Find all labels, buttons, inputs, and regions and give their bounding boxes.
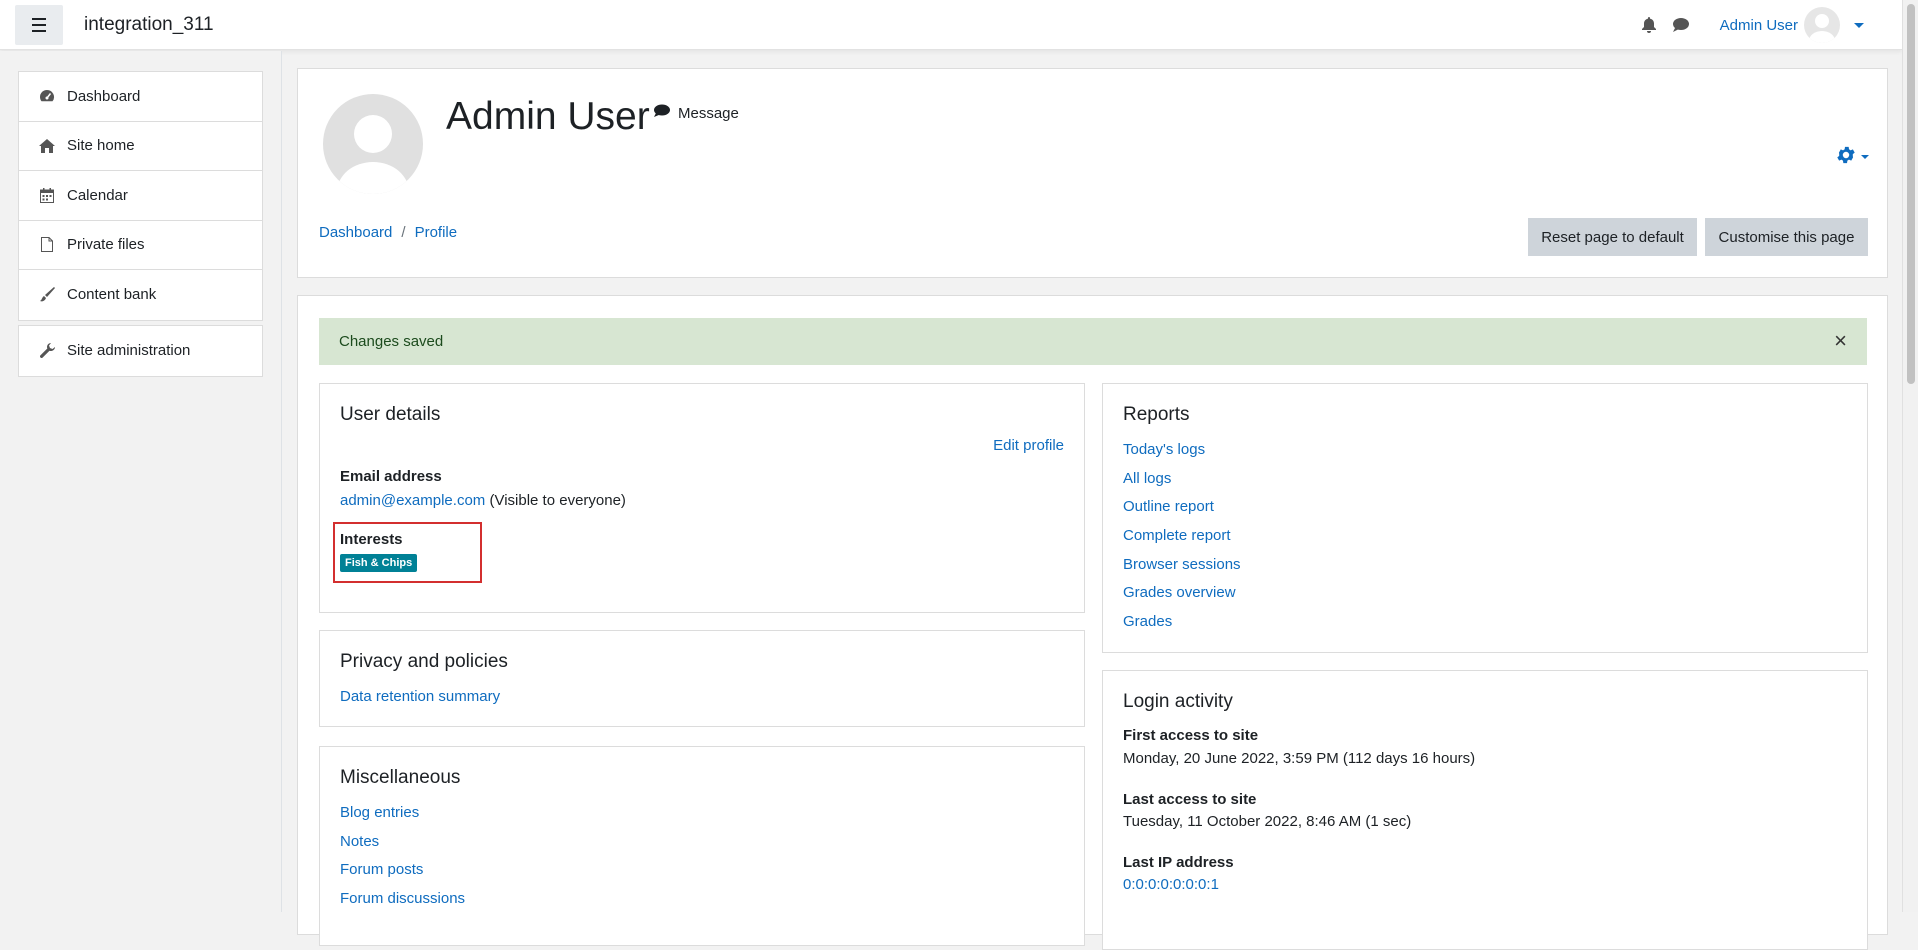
outline-report-link[interactable]: Outline report	[1123, 493, 1241, 522]
sidebar-item-label: Calendar	[67, 186, 128, 204]
email-visibility: (Visible to everyone)	[489, 492, 626, 509]
region-main: Changes saved × User details Edit profil…	[297, 295, 1888, 950]
breadcrumb-dashboard-link[interactable]: Dashboard	[319, 224, 392, 241]
reset-page-button[interactable]: Reset page to default	[1528, 218, 1697, 256]
alert-message: Changes saved	[339, 333, 444, 350]
notification-bell-icon[interactable]	[1638, 14, 1660, 36]
user-menu-caret-icon[interactable]	[1854, 22, 1864, 28]
close-icon[interactable]: ×	[1834, 330, 1847, 352]
privacy-links: Data retention summary	[340, 683, 500, 712]
user-menu-area: Admin User	[1638, 0, 1864, 50]
sidebar-item-label: Private files	[67, 236, 145, 254]
chevron-down-icon	[1861, 155, 1869, 159]
todays-logs-link[interactable]: Today's logs	[1123, 436, 1241, 465]
edit-profile-link[interactable]: Edit profile	[993, 437, 1064, 454]
sidebar-item-site-home[interactable]: Site home	[19, 122, 262, 171]
sidebar-item-calendar[interactable]: Calendar	[19, 171, 262, 221]
scrollbar-thumb[interactable]	[1907, 4, 1915, 384]
nav-drawer-main-group: Dashboard Site home Calendar Private fil…	[18, 71, 263, 321]
nav-drawer: Dashboard Site home Calendar Private fil…	[0, 51, 282, 912]
nav-drawer-admin-group: Site administration	[18, 325, 263, 377]
last-ip-label: Last IP address	[1123, 854, 1234, 871]
user-details-heading: User details	[340, 404, 441, 425]
page-scrollbar[interactable]	[1902, 0, 1918, 912]
miscellaneous-heading: Miscellaneous	[340, 767, 461, 788]
paintbrush-icon	[39, 287, 55, 303]
miscellaneous-section: Miscellaneous Blog entries Notes Forum p…	[319, 746, 1085, 946]
sidebar-item-label: Site administration	[67, 342, 191, 360]
top-navbar: integration_311 Admin User	[0, 0, 1902, 50]
reports-heading: Reports	[1123, 404, 1190, 425]
first-access-label: First access to site	[1123, 727, 1259, 744]
reports-section: Reports Today's logs All logs Outline re…	[1102, 383, 1868, 653]
miscellaneous-links: Blog entries Notes Forum posts Forum dis…	[340, 799, 465, 914]
wrench-icon	[39, 343, 55, 359]
site-name[interactable]: integration_311	[84, 14, 214, 36]
chat-bubble-icon	[654, 104, 670, 122]
sidebar-item-label: Site home	[67, 137, 135, 155]
customise-page-button[interactable]: Customise this page	[1705, 218, 1868, 256]
complete-report-link[interactable]: Complete report	[1123, 522, 1241, 551]
breadcrumb-profile-link[interactable]: Profile	[415, 224, 458, 241]
login-activity-section: Login activity First access to site Mond…	[1102, 670, 1868, 950]
browser-sessions-link[interactable]: Browser sessions	[1123, 551, 1241, 580]
breadcrumb-separator: /	[401, 224, 406, 241]
hamburger-icon	[32, 16, 46, 34]
privacy-section: Privacy and policies Data retention summ…	[319, 630, 1085, 727]
highlight-box	[333, 522, 482, 583]
blog-entries-link[interactable]: Blog entries	[340, 799, 465, 828]
file-icon	[39, 237, 55, 253]
calendar-icon	[39, 187, 55, 203]
sidebar-item-dashboard[interactable]: Dashboard	[19, 72, 262, 122]
sidebar-item-site-administration[interactable]: Site administration	[19, 326, 262, 376]
last-ip-link[interactable]: 0:0:0:0:0:0:0:1	[1123, 876, 1219, 893]
notes-link[interactable]: Notes	[340, 828, 465, 857]
email-link[interactable]: admin@example.com	[340, 492, 485, 509]
page-header: Admin User Message Dashboard / Profile R…	[297, 68, 1888, 278]
all-logs-link[interactable]: All logs	[1123, 465, 1241, 494]
success-alert: Changes saved ×	[319, 318, 1867, 365]
home-icon	[39, 138, 55, 154]
page-actions-menu[interactable]	[1835, 144, 1869, 170]
login-activity-heading: Login activity	[1123, 691, 1233, 712]
gear-icon	[1835, 144, 1857, 170]
sidebar-item-label: Dashboard	[67, 87, 141, 105]
user-details-section: User details Edit profile Email address …	[319, 383, 1085, 613]
breadcrumb: Dashboard / Profile	[319, 224, 457, 241]
grades-overview-link[interactable]: Grades overview	[1123, 579, 1241, 608]
grades-link[interactable]: Grades	[1123, 608, 1241, 637]
sidebar-item-content-bank[interactable]: Content bank	[19, 270, 262, 320]
menu-toggle-button[interactable]	[15, 5, 63, 45]
email-row: admin@example.com (Visible to everyone)	[340, 492, 626, 509]
data-retention-link[interactable]: Data retention summary	[340, 683, 500, 712]
last-access-label: Last access to site	[1123, 791, 1257, 808]
privacy-heading: Privacy and policies	[340, 651, 508, 672]
page-title: Admin User	[446, 95, 650, 138]
email-label: Email address	[340, 468, 442, 485]
forum-discussions-link[interactable]: Forum discussions	[340, 885, 465, 914]
dashboard-icon	[39, 88, 55, 104]
sidebar-item-label: Content bank	[67, 286, 157, 304]
message-button[interactable]: Message	[654, 104, 739, 122]
message-label: Message	[678, 104, 739, 122]
first-access-value: Monday, 20 June 2022, 3:59 PM (112 days …	[1123, 750, 1476, 767]
sidebar-item-private-files[interactable]: Private files	[19, 221, 262, 270]
forum-posts-link[interactable]: Forum posts	[340, 856, 465, 885]
profile-avatar	[323, 94, 423, 194]
user-menu-name[interactable]: Admin User	[1720, 17, 1798, 34]
last-access-value: Tuesday, 11 October 2022, 8:46 AM (1 sec…	[1123, 813, 1412, 830]
messages-icon[interactable]	[1670, 14, 1692, 36]
user-avatar[interactable]	[1804, 7, 1840, 43]
reports-links: Today's logs All logs Outline report Com…	[1123, 436, 1241, 637]
